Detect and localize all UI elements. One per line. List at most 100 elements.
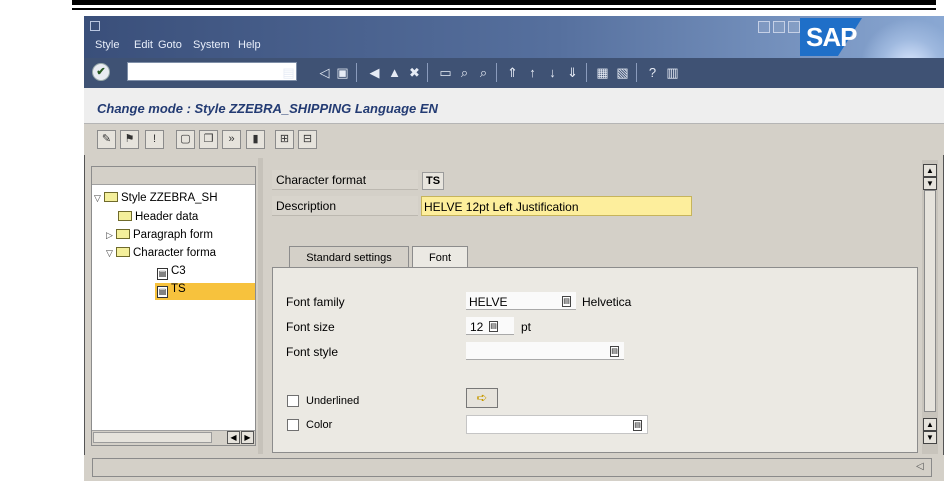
first-page-icon[interactable]: ⇑ <box>504 64 521 81</box>
color-checkbox[interactable] <box>287 419 299 431</box>
print-icon[interactable]: ▭ <box>437 64 454 81</box>
top-rule <box>72 0 936 5</box>
tab-font[interactable]: Font <box>412 246 468 268</box>
tree-node-paragraph-formats[interactable]: ▷ Paragraph form <box>106 229 255 241</box>
menu-help[interactable]: Help <box>238 39 261 51</box>
top-rule-thin <box>72 8 936 10</box>
scroll-down-icon[interactable]: ▼ <box>923 177 937 190</box>
format-document-icon: ▤ <box>157 286 168 298</box>
scroll-up-icon[interactable]: ▲ <box>923 418 937 431</box>
toolbar-separator <box>356 63 357 82</box>
value-help-icon[interactable]: ▤ <box>489 321 498 332</box>
collapse-triangle-icon[interactable]: ▽ <box>106 248 116 259</box>
underlined-checkbox[interactable] <box>287 395 299 407</box>
minimize-icon[interactable] <box>758 21 770 33</box>
save-icon[interactable]: ▣ <box>334 64 351 81</box>
delete-icon[interactable]: ▮ <box>246 130 265 149</box>
font-family-description: Helvetica <box>582 295 632 309</box>
sap-logo-text: SAP <box>806 22 857 52</box>
previous-page-icon[interactable]: ↑ <box>524 64 541 81</box>
create-icon[interactable]: ▢ <box>176 130 195 149</box>
tree-node-label: Character forma <box>133 247 217 259</box>
open-folder-icon <box>116 247 130 257</box>
value-help-icon[interactable]: ▤ <box>562 296 571 307</box>
character-format-value: TS <box>422 172 445 190</box>
value-help-icon[interactable]: ▤ <box>633 420 642 431</box>
collapse-icon[interactable]: ⊟ <box>298 130 317 149</box>
toolbar-separator <box>586 63 587 82</box>
page-title: Change mode : Style ZZEBRA_SHIPPING Lang… <box>97 101 438 116</box>
copy-icon[interactable]: ❐ <box>199 130 218 149</box>
font-style-field[interactable] <box>466 342 624 360</box>
status-expand-icon[interactable]: ◁ <box>916 461 924 472</box>
color-label: Color <box>306 419 333 431</box>
rename-icon[interactable]: » <box>222 130 241 149</box>
folder-icon <box>104 192 118 202</box>
command-history-icon[interactable]: ▤ <box>280 64 297 81</box>
maximize-icon[interactable] <box>773 21 785 33</box>
font-style-label: Font style <box>286 345 339 359</box>
toolbar-separator <box>636 63 637 82</box>
back-arrow-small-icon[interactable]: ◁ <box>316 64 333 81</box>
last-page-icon[interactable]: ⇓ <box>564 64 581 81</box>
enter-check-icon[interactable]: ✔ <box>92 63 110 81</box>
sap-logo: SAP <box>800 18 868 58</box>
check-icon[interactable]: ! <box>145 130 164 149</box>
tree-node-character-formats[interactable]: ▽ Character forma <box>106 247 255 259</box>
display-change-icon[interactable]: ✎ <box>97 130 116 149</box>
scroll-left-icon[interactable]: ◀ <box>227 431 240 444</box>
tree-node-ts[interactable]: ▤ TS <box>155 283 255 300</box>
find-icon[interactable]: ⌕ <box>456 64 473 81</box>
font-family-value: HELVE <box>469 295 508 309</box>
tree-node-header-data[interactable]: Header data <box>118 211 255 223</box>
font-size-unit: pt <box>521 320 532 334</box>
underline-details-button[interactable]: ➪ <box>466 388 498 408</box>
next-page-icon[interactable]: ↓ <box>544 64 561 81</box>
window-menu-icon[interactable] <box>90 21 100 31</box>
expand-triangle-icon[interactable]: ▷ <box>106 230 116 241</box>
font-family-label: Font family <box>286 295 345 309</box>
help-icon[interactable]: ? <box>644 64 661 81</box>
expand-icon[interactable]: ⊞ <box>275 130 294 149</box>
scroll-right-icon[interactable]: ▶ <box>241 431 254 444</box>
menu-system[interactable]: System <box>193 39 230 51</box>
scroll-up-icon[interactable]: ▲ <box>923 164 937 177</box>
font-size-value: 12 <box>470 320 484 334</box>
create-shortcut-icon[interactable]: ▧ <box>614 64 631 81</box>
value-help-icon[interactable]: ▤ <box>610 346 619 357</box>
description-label: Description <box>272 196 418 216</box>
activate-icon[interactable]: ⚑ <box>120 130 139 149</box>
exit-icon[interactable]: ▲ <box>386 64 403 81</box>
menu-style[interactable]: Style <box>95 39 119 51</box>
scroll-thumb[interactable] <box>93 432 212 443</box>
splitter-handle[interactable] <box>258 158 263 454</box>
cancel-icon[interactable]: ✖ <box>406 64 423 81</box>
scroll-down-icon[interactable]: ▼ <box>923 431 937 444</box>
character-format-label: Character format <box>272 170 418 190</box>
tree-header <box>92 167 255 185</box>
close-icon[interactable] <box>788 21 800 33</box>
folder-icon <box>118 211 132 221</box>
style-tree <box>91 166 256 446</box>
layout-menu-icon[interactable]: ▥ <box>664 64 681 81</box>
folder-icon <box>116 229 130 239</box>
tree-node-root[interactable]: ▽ Style ZZEBRA_SH <box>94 192 254 204</box>
menu-edit[interactable]: Edit <box>134 39 153 51</box>
description-field[interactable] <box>421 196 692 216</box>
underlined-label: Underlined <box>306 395 360 407</box>
create-session-icon[interactable]: ▦ <box>594 64 611 81</box>
toolbar-separator <box>496 63 497 82</box>
toolbar-separator <box>427 63 428 82</box>
tab-standard-settings[interactable]: Standard settings <box>289 246 409 268</box>
tree-node-label: C3 <box>171 265 186 277</box>
back-icon[interactable]: ◀ <box>366 64 383 81</box>
menu-goto[interactable]: Goto <box>158 39 182 51</box>
tree-node-c3[interactable]: ▤ C3 <box>157 265 255 280</box>
tree-node-label: Paragraph form <box>133 229 213 241</box>
command-field[interactable] <box>127 62 297 81</box>
scroll-thumb[interactable] <box>924 190 936 412</box>
color-field[interactable] <box>466 415 648 434</box>
status-message-field <box>92 458 932 477</box>
find-next-icon[interactable]: ⌕ <box>475 64 492 81</box>
collapse-triangle-icon[interactable]: ▽ <box>94 193 104 204</box>
